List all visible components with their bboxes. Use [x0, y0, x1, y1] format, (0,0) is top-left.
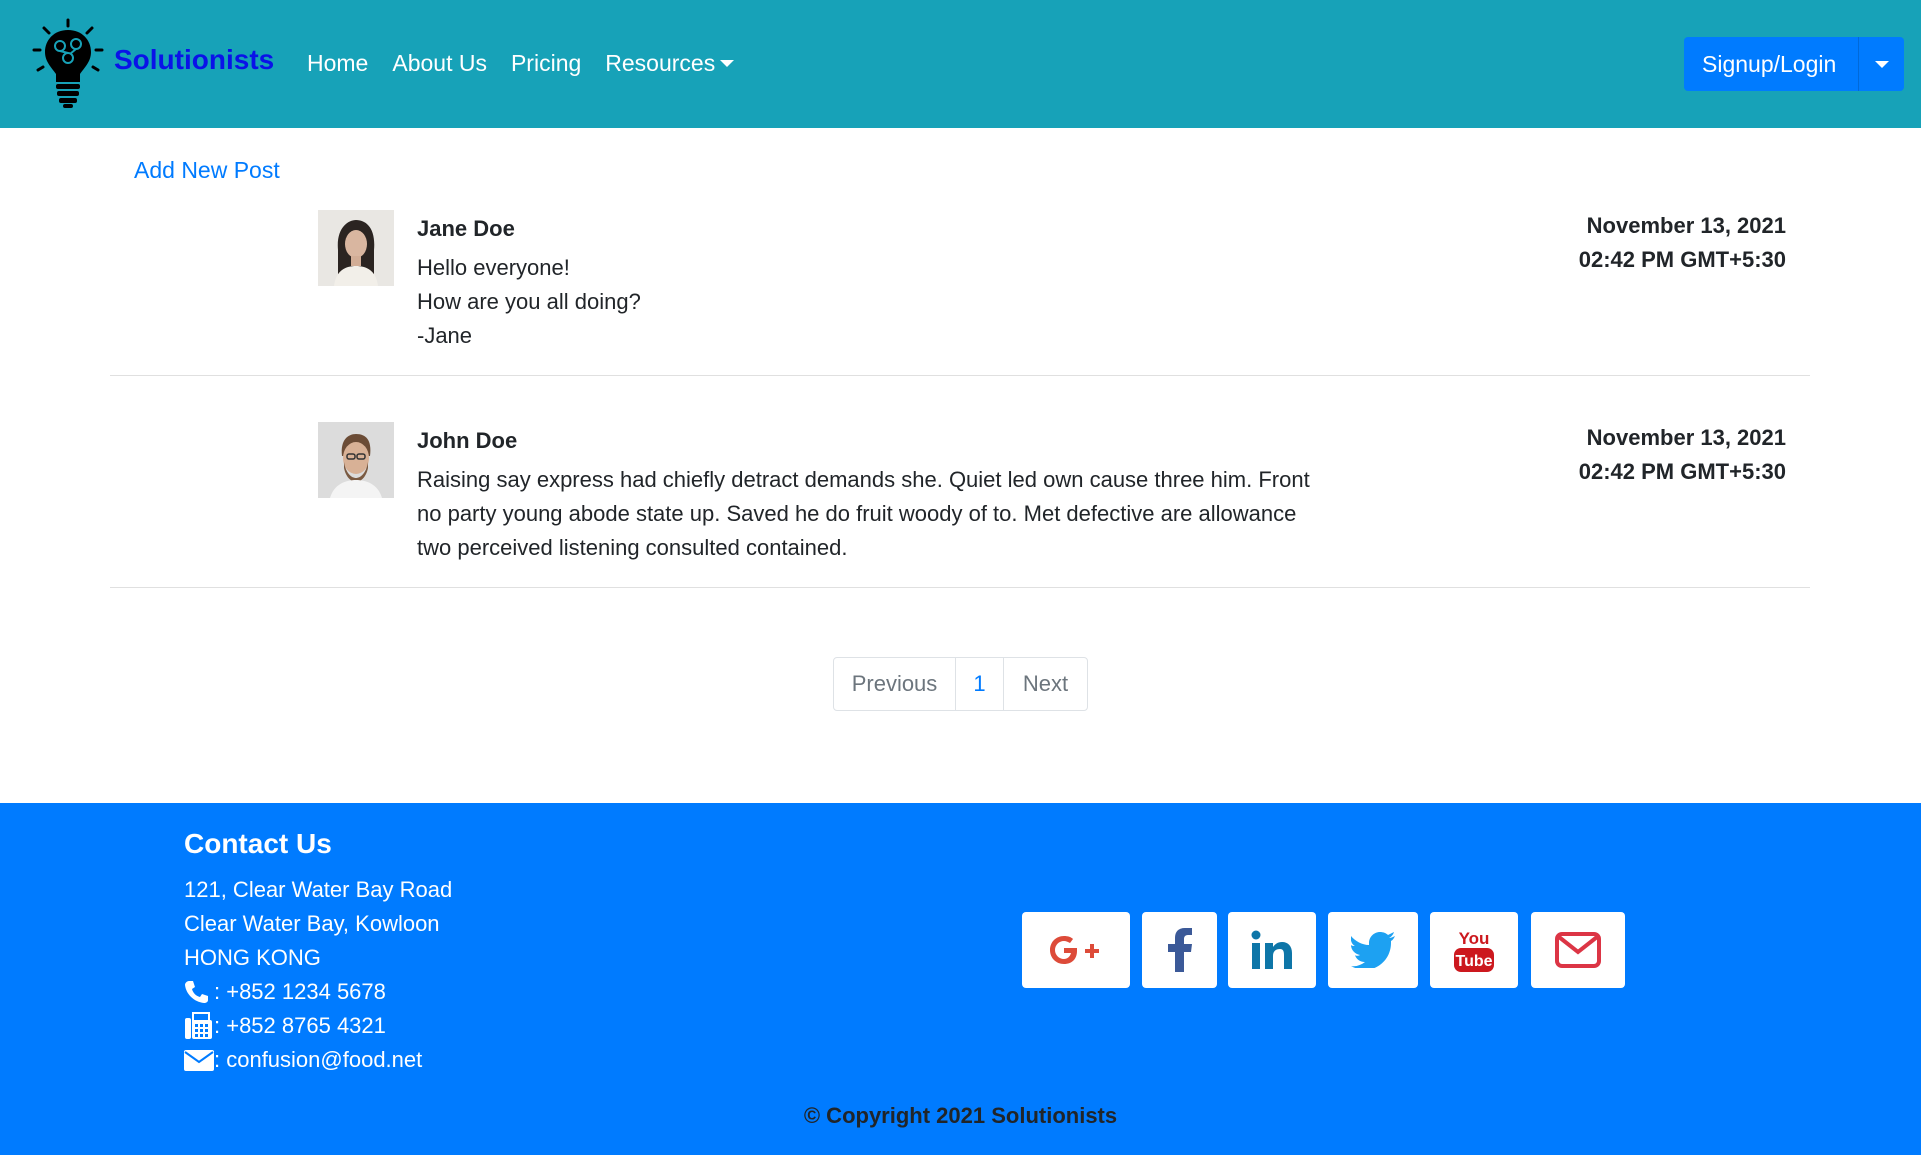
pagination-previous[interactable]: Previous [834, 658, 956, 710]
facebook-button[interactable] [1142, 912, 1217, 988]
nav-links: Home About Us Pricing Resources [307, 50, 758, 77]
pagination-next[interactable]: Next [1004, 658, 1087, 710]
address-line: HONG KONG [184, 945, 321, 970]
post-line: two perceived listening consulted contai… [417, 535, 848, 560]
contact-details: 121, Clear Water Bay Road Clear Water Ba… [184, 873, 452, 1077]
lightbulb-logo-icon[interactable] [32, 18, 104, 110]
google-plus-icon [1050, 936, 1099, 964]
address-line: 121, Clear Water Bay Road [184, 877, 453, 902]
post-author: Jane Doe [417, 216, 515, 241]
post-line: How are you all doing? [417, 289, 641, 314]
email-button[interactable] [1531, 912, 1625, 988]
post-date: November 13, 2021 [1586, 213, 1786, 238]
phone-line: : +852 1234 5678 [184, 975, 452, 1009]
post-timestamp: November 13, 2021 02:42 PM GMT+5:30 [1579, 209, 1786, 277]
fax-icon [184, 1012, 214, 1039]
post-item: Jane Doe Hello everyone! How are you all… [110, 205, 1810, 376]
nav-resources-dropdown[interactable]: Resources [605, 50, 735, 77]
nav-resources-label: Resources [605, 50, 716, 76]
fax-line: : +852 8765 4321 [184, 1009, 452, 1043]
post-body: Hello everyone! How are you all doing? -… [417, 251, 1367, 353]
post-line: no party young abode state up. Saved he … [417, 501, 1297, 526]
email-line: : confusion@food.net [184, 1043, 452, 1077]
avatar[interactable] [318, 210, 394, 286]
linkedin-icon [1251, 930, 1292, 969]
mail-icon [1555, 932, 1601, 968]
post-time: 02:42 PM GMT+5:30 [1578, 247, 1786, 272]
post-body: Raising say express had chiefly detract … [417, 463, 1367, 565]
post-time: 02:42 PM GMT+5:30 [1578, 459, 1786, 484]
nav-pricing[interactable]: Pricing [511, 50, 581, 77]
post-timestamp: November 13, 2021 02:42 PM GMT+5:30 [1579, 421, 1786, 489]
nav-home[interactable]: Home [307, 50, 368, 77]
facebook-icon [1167, 928, 1192, 972]
email-address[interactable]: : confusion@food.net [214, 1043, 422, 1077]
twitter-icon [1351, 932, 1395, 968]
fax-number: : +852 8765 4321 [214, 1013, 386, 1038]
copyright-text: © Copyright 2021 Solutionists [803, 1103, 1118, 1128]
footer: Contact Us 121, Clear Water Bay Road Cle… [0, 803, 1921, 1155]
youtube-icon: You Tube [1454, 929, 1494, 972]
linkedin-button[interactable] [1228, 912, 1316, 988]
phone-icon [184, 979, 214, 1005]
add-new-post-link[interactable]: Add New Post [134, 157, 280, 184]
avatar[interactable] [318, 422, 394, 498]
pagination: Previous 1 Next [833, 657, 1088, 711]
post-author: John Doe [417, 428, 518, 453]
envelope-icon [184, 1047, 214, 1073]
signup-dropdown-toggle[interactable] [1858, 37, 1905, 91]
contact-title: Contact Us [184, 828, 332, 859]
address-line: Clear Water Bay, Kowloon [184, 911, 440, 936]
nav-about-us[interactable]: About Us [392, 50, 487, 77]
caret-down-icon [1874, 60, 1889, 68]
signup-login-group: Signup/Login [1684, 37, 1905, 91]
navbar: Solutionists Home About Us Pricing Resou… [0, 0, 1921, 128]
post-line: -Jane [417, 323, 473, 348]
post-item: John Doe Raising say express had chiefly… [110, 376, 1810, 588]
twitter-button[interactable] [1328, 912, 1418, 988]
post-line: Raising say express had chiefly detract … [417, 467, 1310, 492]
svg-text:You: You [1459, 929, 1490, 948]
google-plus-button[interactable] [1022, 912, 1130, 988]
svg-text:Tube: Tube [1455, 953, 1492, 970]
post-date: November 13, 2021 [1586, 425, 1786, 450]
post-line: Hello everyone! [417, 255, 570, 280]
phone-number: : +852 1234 5678 [214, 979, 386, 1004]
pagination-page-1[interactable]: 1 [956, 658, 1004, 710]
caret-down-icon [720, 60, 735, 67]
youtube-button[interactable]: You Tube [1430, 912, 1518, 988]
signup-login-button[interactable]: Signup/Login [1684, 37, 1859, 91]
brand-name[interactable]: Solutionists [114, 44, 274, 76]
